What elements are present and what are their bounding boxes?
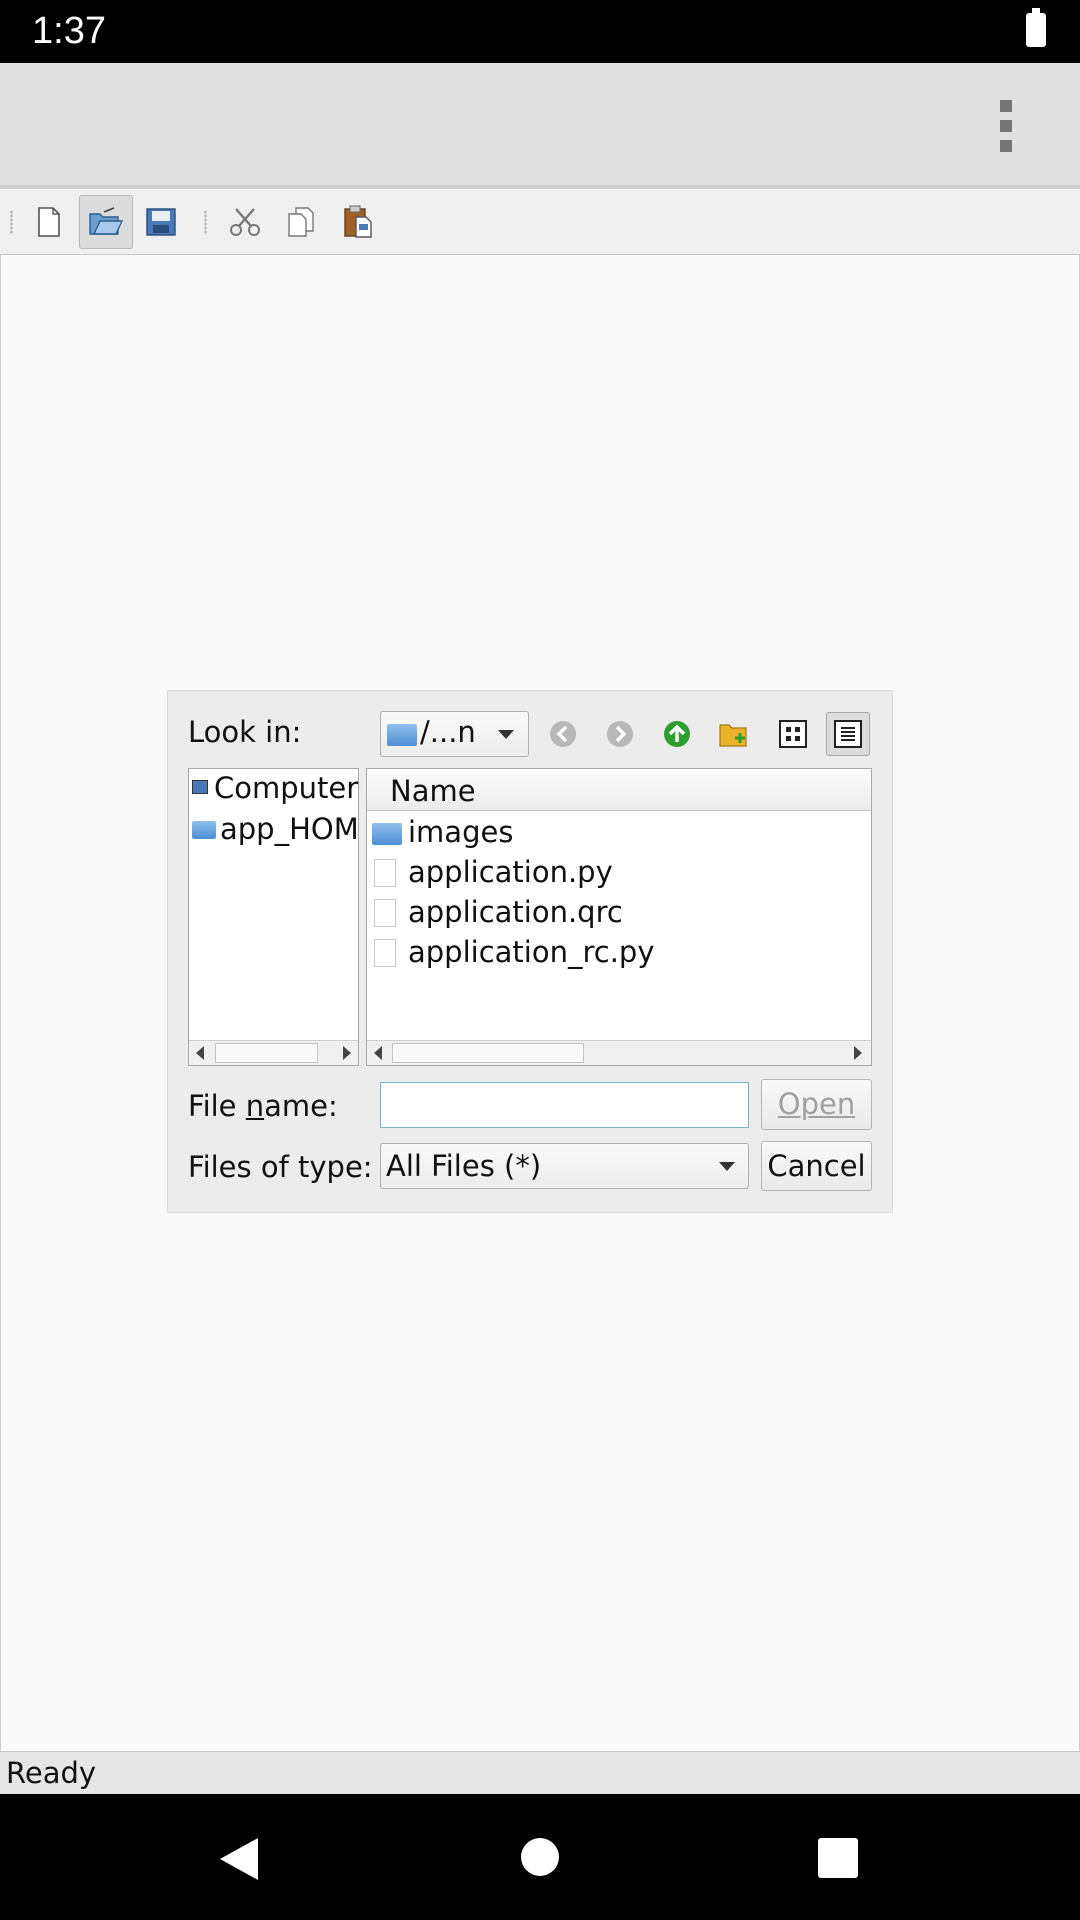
new-folder-icon[interactable] bbox=[714, 714, 754, 754]
scroll-left-icon[interactable] bbox=[374, 1046, 382, 1060]
scrollbar-thumb[interactable] bbox=[215, 1043, 318, 1063]
scroll-left-icon[interactable] bbox=[196, 1046, 204, 1060]
list-item[interactable]: application_rc.py bbox=[370, 934, 870, 972]
home-nav-icon[interactable] bbox=[521, 1838, 559, 1876]
sidebar-item-computer[interactable]: Computer bbox=[214, 771, 358, 805]
file-icon bbox=[374, 939, 396, 967]
app-bar bbox=[0, 63, 1080, 185]
open-button[interactable]: Open bbox=[761, 1079, 872, 1130]
app-status-text: Ready bbox=[6, 1756, 97, 1790]
recents-nav-icon[interactable] bbox=[818, 1838, 858, 1878]
open-folder-icon[interactable] bbox=[79, 195, 133, 249]
list-item[interactable]: application.py bbox=[370, 854, 870, 892]
cancel-button[interactable]: Cancel bbox=[761, 1141, 872, 1191]
sidebar-item-home[interactable]: app_HOM bbox=[220, 812, 358, 848]
list-item[interactable]: images bbox=[370, 814, 870, 852]
scroll-right-icon[interactable] bbox=[854, 1046, 862, 1060]
file-name: application.qrc bbox=[408, 895, 623, 929]
file-icon bbox=[374, 859, 396, 887]
battery-icon bbox=[1026, 8, 1046, 47]
name-column-label: Name bbox=[390, 774, 476, 808]
list-item[interactable]: application.qrc bbox=[370, 894, 870, 932]
folder-icon bbox=[387, 724, 417, 746]
file-name: application.py bbox=[408, 855, 613, 889]
toolbar-grip[interactable] bbox=[10, 210, 13, 234]
look-in-value: /...n bbox=[420, 715, 476, 749]
status-time: 1:37 bbox=[32, 10, 106, 52]
files-of-type-value: All Files (*) bbox=[386, 1149, 542, 1183]
save-icon[interactable] bbox=[134, 195, 188, 249]
sidebar-item-label: app_HOM bbox=[220, 812, 358, 846]
paste-icon[interactable] bbox=[331, 195, 385, 249]
files-of-type-label: Files of type: bbox=[188, 1150, 373, 1184]
chevron-down-icon[interactable] bbox=[719, 1162, 735, 1171]
status-bar bbox=[0, 0, 1080, 63]
overflow-menu-icon[interactable] bbox=[990, 96, 1020, 156]
toolbar-separator bbox=[204, 210, 207, 234]
app-status-bar bbox=[0, 1751, 1080, 1794]
forward-icon[interactable] bbox=[600, 714, 640, 754]
folder-icon bbox=[192, 821, 216, 839]
file-name-label: File name: bbox=[188, 1089, 338, 1123]
file-icon bbox=[374, 899, 396, 927]
copy-icon[interactable] bbox=[274, 195, 328, 249]
file-name-input[interactable] bbox=[380, 1082, 749, 1128]
cut-icon[interactable] bbox=[218, 195, 272, 249]
scroll-right-icon[interactable] bbox=[343, 1046, 351, 1060]
new-file-icon[interactable] bbox=[22, 195, 76, 249]
file-name: images bbox=[408, 815, 514, 849]
scrollbar-thumb[interactable] bbox=[392, 1043, 584, 1063]
back-icon[interactable] bbox=[543, 714, 583, 754]
file-name: application_rc.py bbox=[408, 935, 655, 969]
detail-view-icon[interactable] bbox=[826, 712, 870, 756]
parent-directory-icon[interactable] bbox=[657, 714, 697, 754]
back-nav-icon[interactable] bbox=[218, 1836, 260, 1886]
list-view-icon[interactable] bbox=[771, 712, 815, 756]
look-in-label: Look in: bbox=[188, 715, 302, 749]
folder-icon bbox=[372, 823, 402, 845]
computer-icon bbox=[192, 780, 208, 794]
chevron-down-icon[interactable] bbox=[498, 730, 514, 739]
